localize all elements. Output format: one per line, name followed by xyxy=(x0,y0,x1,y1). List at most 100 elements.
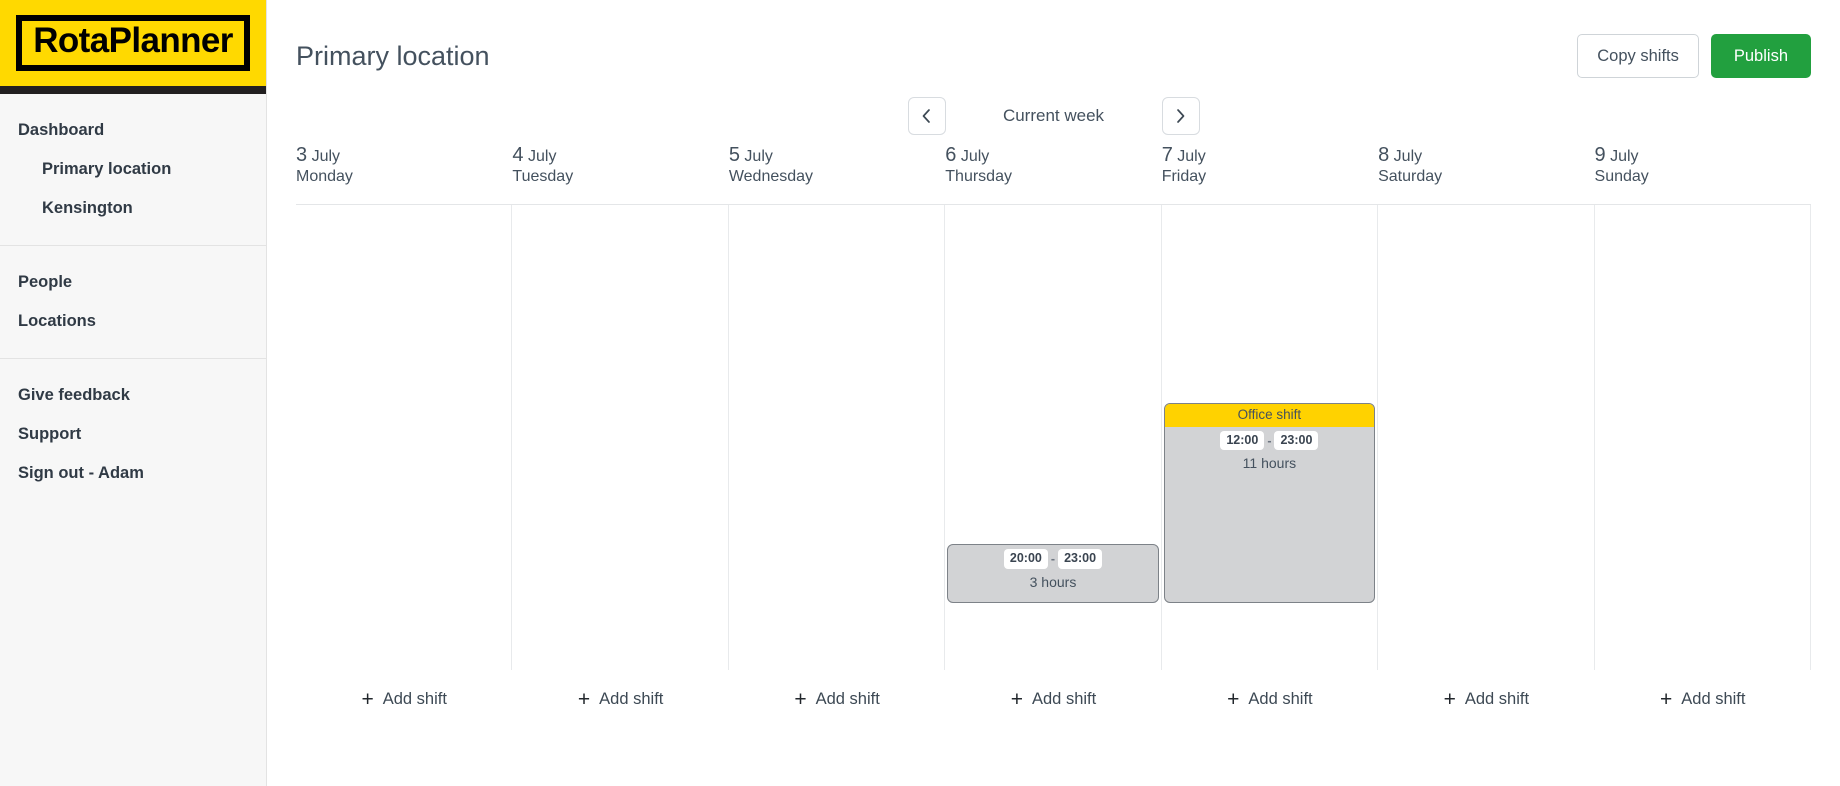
day-header-date: 4 July xyxy=(512,144,728,167)
day-header: 3 July Monday xyxy=(296,144,512,204)
day-header-row: 3 July Monday 4 July Tuesday 5 July Wednesday… xyxy=(296,144,1811,204)
sidebar-group: Dashboard Primary location Kensington xyxy=(0,94,266,245)
add-shift-button[interactable]: + Add shift xyxy=(1654,685,1751,714)
chevron-right-icon xyxy=(1174,108,1187,124)
shift-start-time: 20:00 xyxy=(1003,548,1048,569)
day-header: 8 July Saturday xyxy=(1378,144,1594,204)
add-shift-button[interactable]: + Add shift xyxy=(355,685,452,714)
copy-shifts-button[interactable]: Copy shifts xyxy=(1577,33,1699,79)
sidebar-nav: Dashboard Primary location Kensington Peopl… xyxy=(0,94,266,510)
day-number: 5 xyxy=(728,144,740,166)
plus-icon: + xyxy=(1443,687,1456,711)
sidebar-item-people[interactable]: People xyxy=(0,263,266,302)
shift-duration: 11 hours xyxy=(1242,455,1297,472)
main-content: Primary location Copy shifts Publish Cur… xyxy=(267,0,1840,786)
plus-icon: + xyxy=(794,687,807,711)
add-shift-button[interactable]: + Add shift xyxy=(572,685,669,714)
add-shift-cell: + Add shift xyxy=(1162,670,1378,714)
day-weekday: Friday xyxy=(1161,168,1207,185)
day-header: 9 July Sunday xyxy=(1595,144,1811,204)
add-shift-cell: + Add shift xyxy=(729,670,945,714)
day-month: July xyxy=(307,148,341,165)
day-weekday: Sunday xyxy=(1594,168,1649,185)
day-number: 6 xyxy=(945,144,957,166)
day-column[interactable] xyxy=(727,204,944,670)
time-separator: - xyxy=(1050,551,1056,566)
shift-title: Office shift xyxy=(1164,403,1375,427)
sidebar: RotaPlanner Dashboard Primary location Ken… xyxy=(0,0,267,786)
shift-end-time: 23:00 xyxy=(1274,430,1319,451)
day-weekday: Saturday xyxy=(1378,168,1443,185)
add-shift-cell: + Add shift xyxy=(1378,670,1594,714)
add-shift-button[interactable]: + Add shift xyxy=(1221,685,1318,714)
plus-icon: + xyxy=(1227,687,1240,711)
app-logo-text: RotaPlanner xyxy=(33,21,233,61)
sidebar-item-dashboard[interactable]: Dashboard xyxy=(0,111,266,150)
shift-end-time: 23:00 xyxy=(1058,548,1103,569)
previous-week-button[interactable] xyxy=(907,97,946,135)
add-shift-label: Add shift xyxy=(1248,689,1313,708)
sidebar-item-locations[interactable]: Locations xyxy=(0,302,266,341)
day-month: July xyxy=(1172,148,1206,165)
day-number: 4 xyxy=(512,144,524,166)
add-shift-label: Add shift xyxy=(1464,689,1530,708)
day-month: July xyxy=(739,148,773,165)
day-header: 5 July Wednesday xyxy=(729,144,945,204)
page-header: Primary location Copy shifts Publish xyxy=(267,0,1840,84)
current-week-label: Current week xyxy=(1002,106,1105,125)
shift-card[interactable]: 20:00-23:00 3 hours xyxy=(947,543,1159,603)
day-month: July xyxy=(1605,148,1639,165)
day-header-date: 9 July xyxy=(1595,144,1811,167)
sidebar-item-kensington[interactable]: Kensington xyxy=(0,189,266,228)
day-column[interactable] xyxy=(1593,204,1811,670)
day-header-date: 8 July xyxy=(1378,144,1594,167)
day-header-date: 3 July xyxy=(296,144,512,167)
sidebar-item-sign-out[interactable]: Sign out - Adam xyxy=(0,454,266,493)
chevron-left-icon xyxy=(920,108,933,124)
sidebar-group: Give feedback Support Sign out - Adam xyxy=(0,358,266,510)
day-number: 9 xyxy=(1594,144,1606,166)
shift-time-range: 20:00-23:00 xyxy=(948,545,1157,571)
day-number: 7 xyxy=(1161,144,1173,166)
day-header: 7 July Friday xyxy=(1162,144,1378,204)
plus-icon: + xyxy=(1660,687,1673,711)
shift-card[interactable]: Office shift 12:00-23:00 11 hours xyxy=(1163,402,1376,603)
sidebar-group: People Locations xyxy=(0,245,266,358)
sidebar-item-give-feedback[interactable]: Give feedback xyxy=(0,376,266,415)
header-actions: Copy shifts Publish xyxy=(1577,33,1811,79)
add-shift-button[interactable]: + Add shift xyxy=(788,685,885,714)
app-logo-banner: RotaPlanner xyxy=(0,0,266,94)
day-header-date: 7 July xyxy=(1162,144,1378,167)
add-shift-label: Add shift xyxy=(1681,689,1746,708)
day-column[interactable]: 20:00-23:00 3 hours xyxy=(944,204,1160,670)
sidebar-item-primary-location[interactable]: Primary location xyxy=(0,150,266,189)
plus-icon: + xyxy=(577,687,591,711)
day-column[interactable] xyxy=(511,204,727,670)
day-weekday: Wednesday xyxy=(728,168,814,185)
add-shift-label: Add shift xyxy=(1032,689,1097,708)
add-shift-label: Add shift xyxy=(382,689,447,708)
day-weekday: Tuesday xyxy=(512,168,574,185)
page-title: Primary location xyxy=(296,40,490,71)
day-month: July xyxy=(523,148,557,165)
add-shift-button[interactable]: + Add shift xyxy=(1005,685,1102,714)
day-month: July xyxy=(956,148,990,165)
day-column[interactable] xyxy=(296,205,511,670)
add-shift-label: Add shift xyxy=(815,689,880,708)
week-calendar: 3 July Monday 4 July Tuesday 5 July Wednesday… xyxy=(267,144,1840,670)
add-shift-cell: + Add shift xyxy=(1595,670,1811,714)
day-column[interactable]: Office shift 12:00-23:00 11 hours xyxy=(1160,204,1377,670)
logo-box: RotaPlanner xyxy=(16,15,250,71)
publish-button[interactable]: Publish xyxy=(1710,33,1811,79)
day-column[interactable] xyxy=(1377,204,1593,670)
shift-start-time: 12:00 xyxy=(1220,430,1265,451)
shift-time-range: 12:00-23:00 xyxy=(1165,427,1374,453)
sidebar-item-support[interactable]: Support xyxy=(0,415,266,454)
add-shift-cell: + Add shift xyxy=(945,670,1161,714)
shift-duration: 3 hours xyxy=(1029,573,1077,590)
add-shift-cell: + Add shift xyxy=(512,670,728,714)
day-weekday: Monday xyxy=(296,168,353,185)
next-week-button[interactable] xyxy=(1161,97,1200,135)
plus-icon: + xyxy=(1010,687,1023,711)
add-shift-button[interactable]: + Add shift xyxy=(1438,685,1535,714)
